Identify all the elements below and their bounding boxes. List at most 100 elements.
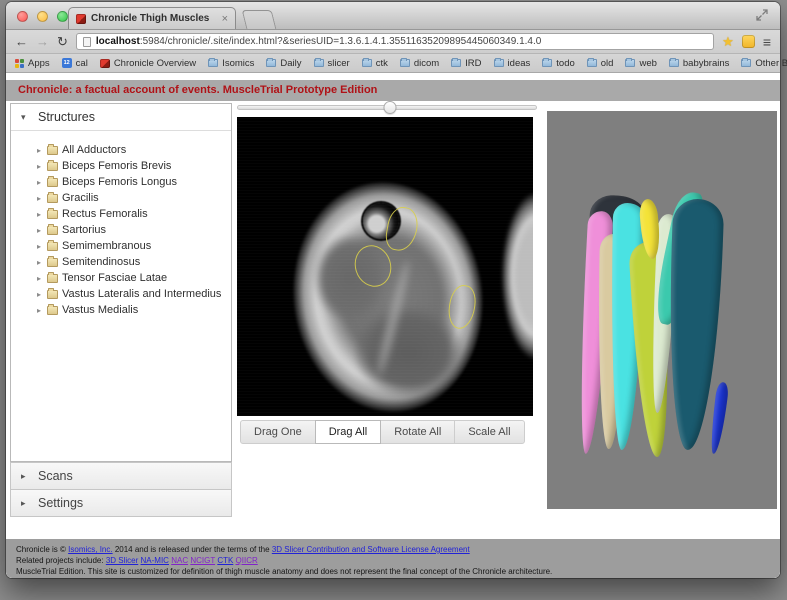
close-window-button[interactable] <box>17 11 28 22</box>
bookmark-item[interactable]: babybrains <box>669 58 729 69</box>
extension-icon[interactable] <box>742 35 755 48</box>
new-tab-button[interactable] <box>242 10 277 29</box>
drag-one-button[interactable]: Drag One <box>240 420 316 444</box>
chevron-down-icon: ▾ <box>21 112 29 123</box>
chevron-right-icon: ▸ <box>21 498 29 509</box>
bookmark-item[interactable]: old <box>587 58 614 69</box>
structures-accordion-header[interactable]: ▾ Structures <box>11 104 231 131</box>
slice-slider-track[interactable] <box>237 105 537 110</box>
address-bar[interactable]: localhost:5984/chronicle/.site/index.htm… <box>76 33 714 50</box>
minimize-window-button[interactable] <box>37 11 48 22</box>
bookmark-item[interactable]: 12 cal <box>62 58 88 69</box>
bookmark-item[interactable]: ctk <box>362 58 388 69</box>
chevron-right-icon[interactable]: ▸ <box>35 210 43 219</box>
folder-icon <box>47 210 58 219</box>
chrome-menu-icon[interactable]: ≡ <box>763 35 771 49</box>
mri-axial-slice-view[interactable] <box>237 117 533 416</box>
footer-link[interactable]: 3D Slicer Contribution and Software Lice… <box>272 545 470 554</box>
page-icon <box>83 37 91 47</box>
footer-link[interactable]: 3D Slicer <box>106 556 138 565</box>
footer-license-line: Chronicle is © Isomics, Inc. 2014 and is… <box>16 544 780 555</box>
bookmark-item[interactable]: Apps <box>15 58 50 69</box>
tree-item-label: Sartorius <box>62 224 106 236</box>
browser-window: Chronicle Thigh Muscles × ← → ↻ localhos… <box>6 2 780 578</box>
bookmark-item[interactable]: todo <box>542 58 575 69</box>
bookmark-item[interactable]: IRD <box>451 58 481 69</box>
other-bookmarks-label: Other Bookmarks <box>755 58 787 69</box>
footer-link[interactable]: NAC <box>171 556 188 565</box>
rotate-all-button[interactable]: Rotate All <box>380 420 455 444</box>
tree-item[interactable]: ▸Tensor Fasciae Latae <box>35 270 231 286</box>
bookmark-star-icon[interactable]: ★ <box>722 35 734 48</box>
bookmark-label: Chronicle Overview <box>114 58 196 69</box>
bookmark-item[interactable]: slicer <box>314 58 350 69</box>
chevron-right-icon[interactable]: ▸ <box>35 306 43 315</box>
bookmarks-list: Apps 12 cal Chronicle Overview Isomics Daily s… <box>15 58 729 69</box>
zoom-window-button[interactable] <box>57 11 68 22</box>
chevron-right-icon[interactable]: ▸ <box>35 162 43 171</box>
browser-tab[interactable]: Chronicle Thigh Muscles × <box>68 7 236 29</box>
tree-item[interactable]: ▸Biceps Femoris Longus <box>35 174 231 190</box>
folder-icon <box>400 59 410 67</box>
fullscreen-icon[interactable] <box>756 9 768 21</box>
footer-link[interactable]: Isomics, Inc. <box>68 545 112 554</box>
chevron-right-icon[interactable]: ▸ <box>35 178 43 187</box>
muscle-3d-view[interactable] <box>547 111 777 509</box>
bookmark-item[interactable]: Isomics <box>208 58 254 69</box>
footer-projects-line: Related projects include: 3D Slicer NA-M… <box>16 555 780 566</box>
settings-accordion-header[interactable]: ▸ Settings <box>10 489 232 517</box>
tree-item[interactable]: ▸Semimembranous <box>35 238 231 254</box>
tree-item[interactable]: ▸Semitendinosus <box>35 254 231 270</box>
footer-link[interactable]: NA-MIC <box>141 556 169 565</box>
bookmark-label: web <box>639 58 656 69</box>
bookmark-label: IRD <box>465 58 481 69</box>
footer-link[interactable]: NCIGT <box>190 556 215 565</box>
settings-header-label: Settings <box>38 496 83 510</box>
title-bar: Chronicle Thigh Muscles × <box>6 2 780 30</box>
tree-item[interactable]: ▸ Sartorius <box>35 222 231 238</box>
reload-button[interactable]: ↻ <box>57 35 68 48</box>
forward-button[interactable]: → <box>36 35 49 48</box>
drag-all-button[interactable]: Drag All <box>315 420 382 444</box>
tree-item[interactable]: ▸Rectus Femoralis <box>35 206 231 222</box>
folder-icon <box>47 146 58 155</box>
slice-slider-handle[interactable] <box>383 101 396 114</box>
tree-item-label: All Adductors <box>62 144 126 156</box>
chevron-right-icon[interactable]: ▸ <box>35 226 43 235</box>
chevron-right-icon[interactable]: ▸ <box>35 242 43 251</box>
folder-icon <box>47 162 58 171</box>
folder-icon <box>47 306 58 315</box>
tree-item-label: Vastus Medialis <box>62 304 138 316</box>
scale-all-button[interactable]: Scale All <box>454 420 524 444</box>
chevron-right-icon[interactable]: ▸ <box>35 146 43 155</box>
tree-item[interactable]: ▸Biceps Femoris Brevis <box>35 158 231 174</box>
bookmark-label: Isomics <box>222 58 254 69</box>
folder-icon <box>587 59 597 67</box>
footer-link[interactable]: CTK <box>217 556 233 565</box>
bookmark-item[interactable]: ideas <box>494 58 531 69</box>
bookmark-item[interactable]: dicom <box>400 58 439 69</box>
scans-accordion-header[interactable]: ▸ Scans <box>10 462 232 490</box>
folder-icon <box>625 59 635 67</box>
bookmark-item[interactable]: Daily <box>266 58 301 69</box>
tab-close-icon[interactable]: × <box>222 13 228 25</box>
chevron-right-icon[interactable]: ▸ <box>35 274 43 283</box>
bookmark-label: cal <box>76 58 88 69</box>
tree-item[interactable]: ▸ All Adductors <box>35 142 231 158</box>
chevron-right-icon[interactable]: ▸ <box>35 194 43 203</box>
bookmark-item[interactable]: Chronicle Overview <box>100 58 196 69</box>
tree-item[interactable]: ▸ Vastus Medialis <box>35 302 231 318</box>
chevron-right-icon[interactable]: ▸ <box>35 258 43 267</box>
bookmark-item[interactable]: web <box>625 58 656 69</box>
chevron-right-icon[interactable]: ▸ <box>35 290 43 299</box>
other-bookmarks-button[interactable]: Other Bookmarks <box>741 58 787 69</box>
back-button[interactable]: ← <box>15 35 28 48</box>
calendar-12-icon: 12 <box>62 58 72 68</box>
muscle-shape-blue <box>708 381 728 453</box>
footer-link[interactable]: QIICR <box>236 556 258 565</box>
tree-item[interactable]: ▸Gracilis <box>35 190 231 206</box>
folder-icon <box>314 59 324 67</box>
chevron-right-icon: ▸ <box>21 471 29 482</box>
tree-item[interactable]: ▸Vastus Lateralis and Intermedius <box>35 286 231 302</box>
folder-icon <box>47 290 58 299</box>
